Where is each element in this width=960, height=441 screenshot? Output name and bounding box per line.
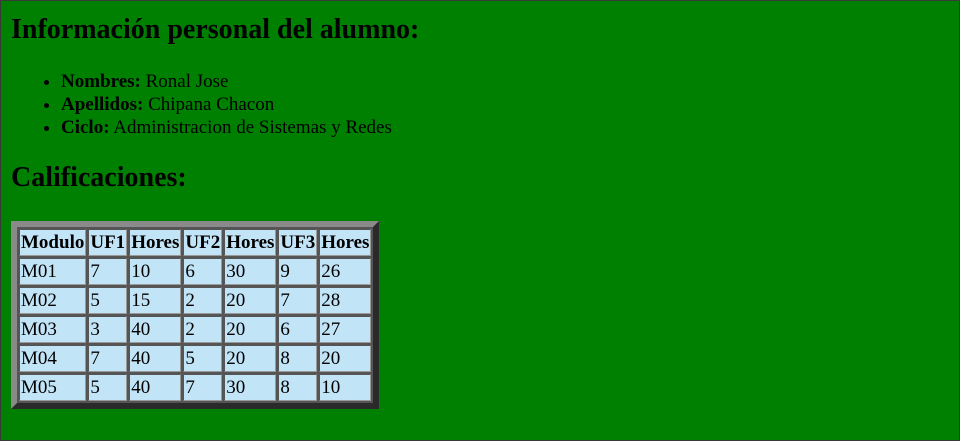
table-cell: M03 [19, 316, 87, 343]
page-title: Información personal del alumno: [11, 14, 420, 45]
surnames-label: Apellidos: [61, 94, 144, 115]
list-item-names: Nombres: Ronal Jose [61, 70, 959, 93]
table-cell: 6 [278, 316, 318, 343]
table-cell: 8 [278, 345, 318, 372]
student-info-list: Nombres: Ronal Jose Apellidos: Chipana C… [11, 70, 959, 139]
table-cell: 30 [224, 258, 277, 285]
table-row: M04 7 40 5 20 8 20 [19, 345, 372, 372]
grades-table: Modulo UF1 Hores UF2 Hores UF3 Hores M01… [11, 221, 380, 409]
table-cell: 7 [88, 258, 128, 285]
table-cell: M01 [19, 258, 87, 285]
header-cell: Hores [224, 229, 277, 256]
table-cell: 20 [319, 345, 372, 372]
table-header-row: Modulo UF1 Hores UF2 Hores UF3 Hores [19, 229, 372, 256]
table-row: M02 5 15 2 20 7 28 [19, 287, 372, 314]
table-cell: 40 [129, 316, 182, 343]
table-cell: 2 [183, 316, 223, 343]
header-cell: UF2 [183, 229, 223, 256]
list-item-surnames: Apellidos: Chipana Chacon [61, 93, 959, 116]
table-cell: 7 [278, 287, 318, 314]
list-item-cycle: Ciclo: Administracion de Sistemas y Rede… [61, 116, 959, 139]
table-row: M01 7 10 6 30 9 26 [19, 258, 372, 285]
header-cell: UF3 [278, 229, 318, 256]
names-value: Ronal Jose [140, 71, 229, 92]
table-cell: 40 [129, 345, 182, 372]
table-cell: 2 [183, 287, 223, 314]
table-cell: 8 [278, 374, 318, 401]
table-cell: 30 [224, 374, 277, 401]
table-cell: 20 [224, 316, 277, 343]
table-cell: 20 [224, 345, 277, 372]
header-cell: UF1 [88, 229, 128, 256]
table-cell: 3 [88, 316, 128, 343]
table-cell: 5 [88, 287, 128, 314]
table-cell: 10 [129, 258, 182, 285]
table-row: M05 5 40 7 30 8 10 [19, 374, 372, 401]
page-content: Información personal del alumno: Nombres… [1, 1, 959, 409]
table-cell: 27 [319, 316, 372, 343]
table-cell: 5 [183, 345, 223, 372]
names-label: Nombres: [61, 71, 141, 92]
table-cell: M04 [19, 345, 87, 372]
table-cell: 7 [183, 374, 223, 401]
table-row: M03 3 40 2 20 6 27 [19, 316, 372, 343]
table-cell: 7 [88, 345, 128, 372]
table-cell: M02 [19, 287, 87, 314]
header-cell: Hores [129, 229, 182, 256]
header-cell: Modulo [19, 229, 87, 256]
table-cell: 26 [319, 258, 372, 285]
table-cell: 15 [129, 287, 182, 314]
table-cell: 20 [224, 287, 277, 314]
surnames-value: Chipana Chacon [143, 94, 275, 115]
grades-heading: Calificaciones: [11, 162, 187, 193]
table-cell: M05 [19, 374, 87, 401]
cycle-label: Ciclo: [61, 117, 110, 138]
table-cell: 5 [88, 374, 128, 401]
table-cell: 6 [183, 258, 223, 285]
table-cell: 10 [319, 374, 372, 401]
header-cell: Hores [319, 229, 372, 256]
cycle-value: Administracion de Sistemas y Redes [109, 117, 392, 138]
table-cell: 9 [278, 258, 318, 285]
table-cell: 28 [319, 287, 372, 314]
table-cell: 40 [129, 374, 182, 401]
